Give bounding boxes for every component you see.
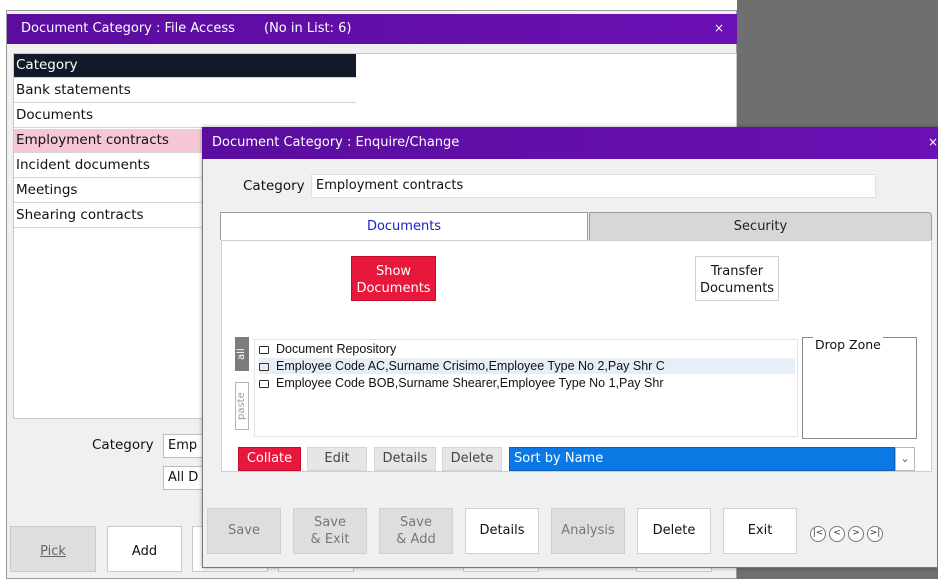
save-exit-label-2: & Exit xyxy=(310,532,350,547)
category-input[interactable]: Employment contracts xyxy=(311,174,876,198)
save-exit-button[interactable]: Save & Exit xyxy=(293,508,367,554)
add-button[interactable]: Add xyxy=(107,526,182,572)
collate-button[interactable]: Collate xyxy=(238,447,301,471)
save-button[interactable]: Save xyxy=(207,508,281,554)
show-documents-label-2: Documents xyxy=(356,281,431,296)
paste-side-tab[interactable]: paste xyxy=(235,382,249,430)
list-count: (No in List: 6) xyxy=(264,21,352,36)
show-documents-label-1: Show xyxy=(375,264,412,279)
folder-icon xyxy=(259,380,269,388)
add-button-label: Add xyxy=(131,544,158,559)
save-add-button[interactable]: Save & Add xyxy=(379,508,453,554)
delete-label: Delete xyxy=(652,523,696,538)
edit-button[interactable]: Edit xyxy=(307,447,367,471)
window-title: Document Category : File Access xyxy=(21,21,235,36)
pick-button-label: Pick xyxy=(40,544,66,559)
all-side-tab[interactable]: all xyxy=(235,337,249,371)
list-item[interactable]: Documents xyxy=(14,104,356,128)
tree-item-label: Employee Code BOB,Surname Shearer,Employ… xyxy=(276,376,664,390)
chevron-down-icon[interactable]: ⌄ xyxy=(895,447,915,471)
dialog-title: Document Category : Enquire/Change xyxy=(212,135,460,150)
exit-label: Exit xyxy=(747,523,773,538)
delete-button[interactable]: Delete xyxy=(637,508,711,554)
save-add-label-1: Save xyxy=(400,515,432,530)
tab-documents[interactable]: Documents xyxy=(220,212,588,240)
transfer-documents-button[interactable]: Transfer Documents xyxy=(695,256,779,301)
document-tree: Document Repository Employee Code AC,Sur… xyxy=(254,339,798,437)
list-header[interactable]: Category xyxy=(14,54,356,78)
close-icon[interactable]: × xyxy=(928,135,938,149)
transfer-documents-label-2: Documents xyxy=(699,281,775,296)
drop-zone-label: Drop Zone xyxy=(813,337,883,352)
save-exit-label-1: Save xyxy=(314,515,346,530)
category-label: Category xyxy=(243,178,305,194)
folder-icon xyxy=(259,363,269,371)
tree-item-label: Employee Code AC,Surname Crisimo,Employe… xyxy=(276,359,665,373)
next-record-icon[interactable]: > xyxy=(848,526,864,542)
details-label: Details xyxy=(479,523,525,538)
close-icon[interactable]: × xyxy=(714,21,724,35)
show-documents-button[interactable]: Show Documents xyxy=(351,256,436,301)
tree-item-label: Document Repository xyxy=(276,342,397,356)
save-add-label-2: & Add xyxy=(396,532,436,547)
analysis-label: Analysis xyxy=(561,523,615,538)
pick-button[interactable]: Pick xyxy=(10,526,96,572)
details-small-button[interactable]: Details xyxy=(374,447,436,471)
tab-security[interactable]: Security xyxy=(589,212,932,240)
details-button[interactable]: Details xyxy=(465,508,539,554)
save-label: Save xyxy=(228,523,260,538)
file-access-titlebar[interactable]: Document Category : File Access (No in L… xyxy=(7,14,737,44)
enquire-change-titlebar[interactable]: Document Category : Enquire/Change × xyxy=(202,127,938,159)
analysis-button[interactable]: Analysis xyxy=(551,508,625,554)
sort-select[interactable]: Sort by Name xyxy=(509,447,895,471)
previous-record-icon[interactable]: < xyxy=(829,526,845,542)
folder-icon xyxy=(259,346,269,354)
drop-zone[interactable]: Drop Zone xyxy=(802,337,917,439)
first-record-icon[interactable]: |< xyxy=(810,526,826,542)
last-record-icon[interactable]: >| xyxy=(867,526,883,542)
tree-item[interactable]: Employee Code AC,Surname Crisimo,Employe… xyxy=(259,358,795,374)
filter-category-label: Category xyxy=(92,437,154,453)
transfer-documents-label-1: Transfer xyxy=(710,264,764,279)
delete-small-button[interactable]: Delete xyxy=(442,447,502,471)
tree-item[interactable]: Employee Code BOB,Surname Shearer,Employ… xyxy=(259,375,663,391)
list-item[interactable]: Bank statements xyxy=(14,79,356,103)
tree-item[interactable]: Document Repository xyxy=(259,341,396,357)
desktop-top-strip xyxy=(0,0,737,10)
exit-button[interactable]: Exit xyxy=(723,508,797,554)
